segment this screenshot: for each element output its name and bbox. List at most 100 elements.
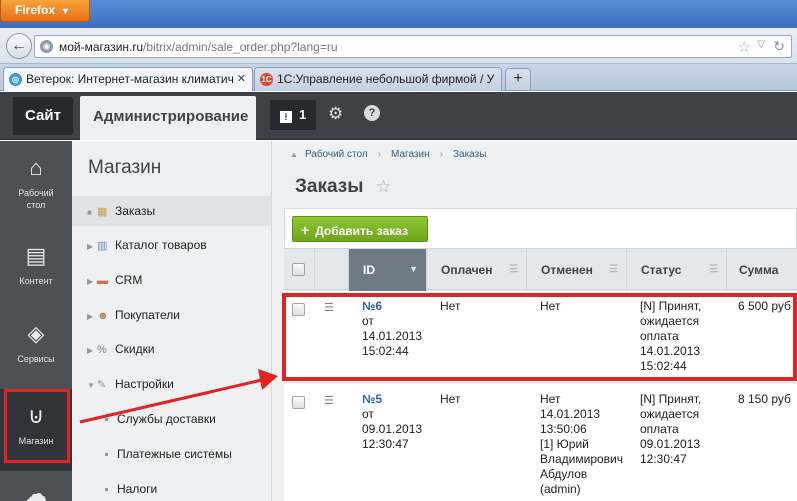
sidebar-item-label: Сервисы — [17, 354, 55, 364]
row-menu-icon[interactable]: ☰ — [324, 394, 334, 407]
menu-item-orders[interactable]: ■ ▦ Заказы — [72, 196, 271, 226]
close-icon[interactable]: ✕ — [237, 72, 246, 85]
url-text[interactable]: мой-магазин.ru/bitrix/admin/sale_order.p… — [59, 40, 338, 54]
menu-sub-payment[interactable]: Платежные системы — [72, 439, 271, 469]
expand-arrow-icon: ▶ — [87, 277, 94, 286]
tab-1c[interactable]: 1С 1С:Управление небольшой фирмой / У — [254, 67, 502, 91]
1c-favicon-icon: 1С — [260, 73, 273, 86]
menu-item-customers[interactable]: ▶ ☻ Покупатели — [72, 300, 271, 330]
breadcrumb: ▲ Рабочий стол › Магазин › Заказы — [290, 149, 486, 160]
order-date: 09.01.2013 — [362, 422, 423, 436]
menu-sub-delivery[interactable]: Службы доставки — [72, 404, 271, 434]
bullet-icon — [105, 488, 108, 491]
section-menu: Магазин ■ ▦ Заказы ▶ ▥ Каталог товаров ▶ ▬ CRM… — [72, 141, 272, 501]
column-label: Оплачен — [441, 263, 493, 277]
menu-sub-label: Налоги — [117, 482, 158, 496]
crm-icon: ▬ — [97, 275, 108, 287]
url-path: /bitrix/admin/sale_order.php?lang=ru — [143, 40, 338, 54]
firefox-menu-button[interactable]: Firefox ▼ — [0, 0, 90, 22]
globe-icon: ◉ — [40, 40, 53, 53]
menu-item-label: Заказы — [115, 204, 156, 218]
order-time: 12:30:47 — [362, 437, 409, 451]
bullet-icon — [105, 453, 108, 456]
canceled-cell: Нет 14.01.2013 13:50:06 [1] Юрий Владими… — [540, 392, 623, 497]
menu-item-label: Покупатели — [115, 308, 180, 322]
column-id[interactable]: ID ▼ — [348, 249, 426, 291]
breadcrumb-item[interactable]: Магазин — [391, 149, 430, 160]
menu-item-catalog[interactable]: ▶ ▥ Каталог товаров — [72, 230, 271, 260]
status-line: оплата — [640, 422, 679, 436]
tab-bar: ◎ Ветерок: Интернет-магазин климатич ✕ 1… — [0, 64, 797, 91]
menu-item-discounts[interactable]: ▶% Скидки — [72, 334, 271, 364]
notifications-button[interactable]: ! 1 — [270, 100, 316, 130]
canceled-user: Владимирович — [540, 452, 624, 466]
reload-icon[interactable]: ↻ — [773, 38, 785, 55]
chevron-down-icon[interactable]: ▽ — [757, 39, 765, 50]
gear-icon[interactable]: ⚙ — [328, 104, 343, 124]
column-paid[interactable]: Оплачен ☰ — [426, 249, 526, 291]
canceled-user: (admin) — [540, 482, 581, 496]
help-icon[interactable]: ? — [364, 105, 380, 121]
navigation-bar: ← ◉ мой-магазин.ru/bitrix/admin/sale_ord… — [0, 28, 797, 64]
new-tab-button[interactable]: + — [505, 68, 531, 90]
sidebar-item-label: Рабочий — [18, 188, 54, 198]
breadcrumb-item[interactable]: Заказы — [453, 149, 486, 160]
order-id-cell: №5 от 09.01.2013 12:30:47 — [362, 392, 422, 452]
status-line: [N] Принят, — [640, 392, 702, 406]
status-line: 09.01.2013 — [640, 437, 701, 451]
sidebar-item-services[interactable]: ◈ Сервисы — [0, 307, 72, 387]
menu-item-crm[interactable]: ▶ ▬ CRM — [72, 265, 271, 295]
favorite-star-icon[interactable]: ☆ — [376, 177, 391, 197]
flag-icon: ! — [280, 111, 292, 123]
sidebar-item-desktop[interactable]: ⌂ Рабочий стол — [0, 141, 72, 221]
expand-arrow-icon: ▶ — [87, 346, 94, 355]
table-header: ID ▼ Оплачен ☰ Отменен ☰ Статус ☰ Сумма — [284, 248, 797, 291]
column-status[interactable]: Статус ☰ — [626, 249, 726, 291]
row-checkbox[interactable] — [292, 396, 305, 409]
bookmark-star-icon[interactable]: ☆ — [738, 38, 751, 56]
column-label: Сумма — [739, 263, 779, 277]
column-menu-icon: ☰ — [709, 264, 718, 275]
table-row[interactable]: ☰ №5 от 09.01.2013 12:30:47 Нет Нет 14.0… — [284, 384, 797, 501]
users-icon: ☻ — [97, 310, 109, 322]
tab-veterok[interactable]: ◎ Ветерок: Интернет-магазин климатич ✕ — [3, 67, 253, 91]
column-label: ID — [363, 263, 375, 277]
home-icon: ⌂ — [29, 155, 43, 180]
back-arrow-icon[interactable]: ← — [6, 33, 32, 59]
chevron-down-icon: ▼ — [61, 6, 70, 16]
breadcrumb-item[interactable]: Рабочий стол — [305, 149, 368, 160]
notify-count: 1 — [299, 107, 307, 122]
menu-item-label: Каталог товаров — [115, 238, 207, 252]
sidebar-item-cloud[interactable]: ☁ — [0, 477, 72, 501]
layers-icon: ◈ — [27, 321, 45, 346]
column-canceled[interactable]: Отменен ☰ — [526, 249, 626, 291]
status-line: ожидается — [640, 407, 700, 421]
select-all-checkbox[interactable] — [292, 263, 305, 276]
canceled-date: 14.01.2013 — [540, 407, 601, 421]
sum-cell: 8 150 руб — [738, 392, 791, 406]
column-menu-icon: ☰ — [609, 264, 618, 275]
menu-item-label: Настройки — [115, 377, 174, 391]
sidebar-item-content[interactable]: ▤ Контент — [0, 229, 72, 309]
column-label: Статус — [641, 263, 682, 277]
admin-tab[interactable]: Администрирование — [80, 96, 256, 140]
firefox-menu-label: Firefox — [15, 3, 56, 17]
menu-sub-taxes[interactable]: Налоги — [72, 474, 271, 501]
expand-arrow-icon: ▶ — [87, 312, 94, 321]
column-sum[interactable]: Сумма — [726, 249, 797, 291]
chevron-right-icon: › — [377, 149, 382, 160]
cloud-icon: ☁ — [25, 481, 47, 501]
address-bar[interactable]: ◉ мой-магазин.ru/bitrix/admin/sale_order… — [34, 35, 792, 58]
menu-item-settings[interactable]: ▼ ✎ Настройки — [72, 369, 271, 399]
expand-arrow-icon: ▶ — [87, 242, 94, 251]
status-line: 12:30:47 — [640, 452, 687, 466]
order-link[interactable]: №5 — [362, 392, 422, 407]
canceled-user: Абдулов — [540, 467, 588, 481]
site-button[interactable]: Сайт — [13, 97, 73, 135]
list-toolbar: + Добавить заказ — [284, 208, 797, 248]
paid-cell: Нет — [440, 392, 461, 406]
add-order-button[interactable]: + Добавить заказ — [292, 216, 428, 242]
document-icon: ▤ — [25, 243, 47, 268]
menu-sub-label: Службы доставки — [117, 412, 216, 426]
column-actions — [314, 249, 348, 291]
